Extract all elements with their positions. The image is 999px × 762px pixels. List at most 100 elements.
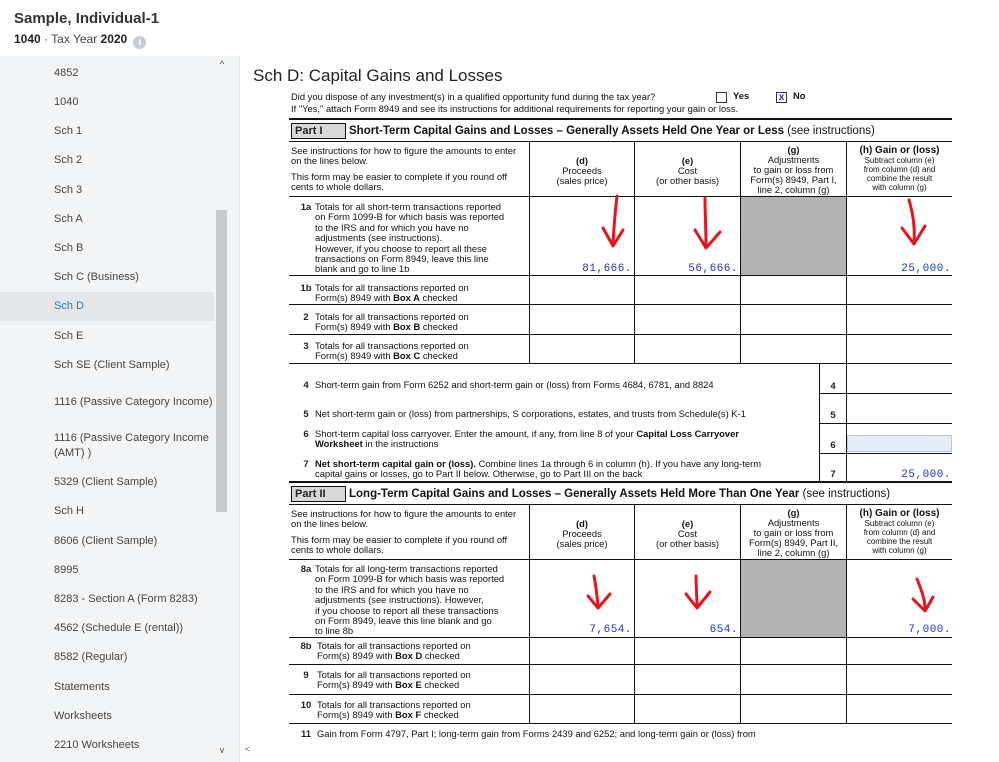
part1-col-d-header: (d) Proceeds (sales price) [556,155,608,186]
sidebar-list: 4852 1040 Sch 1 Sch 2 Sch 3 Sch A Sch B Sch C (… [0,59,228,760]
divider [289,334,952,335]
line-8a-gain[interactable]: 7,000. [847,624,951,636]
sidebar-scroll-thumb[interactable] [216,210,227,512]
part2-label: Part II [291,486,346,502]
sidebar-item[interactable]: Sch 1 [0,117,214,146]
sidebar-item[interactable]: Sch E [0,321,214,351]
line-1a-col-g-shaded [741,197,846,275]
line-1a-proceeds[interactable]: 81,666. [530,263,632,275]
line-11-number: 11 [300,729,312,740]
qof-note: If "Yes," attach Form 8949 and see its i… [291,103,739,114]
horizontal-scrollbar[interactable]: < [241,744,999,758]
divider [289,559,952,560]
part2-title: Long-Term Capital Gains and Losses – Gen… [349,488,891,500]
sidebar-item[interactable]: 1040 [0,88,214,117]
line-1a-gain[interactable]: 25,000. [847,263,951,275]
qof-yes-label: Yes [733,90,750,101]
sidebar-item[interactable]: 2210 Worksheets [0,731,214,760]
sidebar-item[interactable]: Sch H [0,497,214,526]
sidebar-item-label: 1116 (Passive Category Income) [54,395,213,408]
divider [819,453,952,454]
sidebar-item[interactable]: 8606 (Client Sample) [0,526,214,556]
line-8a-proceeds[interactable]: 7,654. [530,624,632,636]
info-icon[interactable]: i [133,36,147,49]
annotation-arrow-icon [693,196,722,250]
line-8a-description: Totals for all long-term transactions re… [315,563,505,637]
divider [289,637,952,638]
annotation-arrow-icon [911,577,935,613]
line-6-carryover-input[interactable] [847,435,952,452]
sidebar-item[interactable]: 8283 - Section A (Form 8283) [0,585,214,614]
qof-yes-checkbox[interactable] [716,92,727,103]
sidebar-item-label: Sch SE (Client Sample) [54,359,170,371]
line-3-description: Totals for all transactions reported on F… [315,340,469,362]
part1-col-e-header: (e) Cost (or other basis) [655,155,720,186]
sidebar-item[interactable]: Worksheets [0,702,214,731]
return-info: 1040 · Tax Year 2020 i [14,32,147,49]
sidebar-item[interactable]: Sch 2 [0,146,214,175]
sidebar-item[interactable]: Sch C (Business) [0,263,214,292]
scroll-left-icon[interactable]: < [245,744,250,754]
part1-instructions: See instructions for how to figure the a… [291,145,517,167]
qof-question: Did you dispose of any investment(s) in … [291,91,656,102]
sidebar-item[interactable]: 1116 (Passive Category Income (AMT) ) [0,424,214,468]
client-name: Sample, Individual-1 [14,10,160,27]
annotation-arrow-icon [900,198,927,246]
sidebar-item[interactable]: Sch SE (Client Sample) [0,351,214,380]
divider [289,504,952,505]
scroll-down-icon[interactable]: v [216,744,228,756]
line-7-net-short-term[interactable]: 25,000. [847,469,951,481]
sidebar-item[interactable]: Sch D [0,292,214,321]
sidebar-item-label: 8283 - Section A (Form 8283) [54,593,198,605]
line-1a-cost[interactable]: 56,666. [635,263,738,275]
sidebar-item[interactable]: Statements [0,672,214,702]
qof-no-checkbox[interactable]: x [776,92,787,103]
part1-label: Part I [291,123,346,139]
tax-year: 2020 [100,32,128,46]
tax-year-label: · Tax Year [40,32,101,46]
sidebar-item-label: Worksheets [54,710,112,722]
sidebar-item[interactable]: Sch 3 [0,175,214,205]
sidebar-item[interactable]: 8995 [0,556,214,585]
sidebar-item[interactable]: Sch B [0,234,214,263]
divider [289,723,952,724]
sidebar-item[interactable]: 8582 (Regular) [0,643,214,672]
sidebar-item-label: Sch A [54,213,83,225]
line-6-box-number: 6 [830,440,836,451]
part1-rounding-note: This form may be easier to complete if y… [291,171,508,193]
line-5-box-number: 5 [830,410,836,421]
sidebar-item-label: Sch 2 [54,154,83,166]
line-8b-number: 8b [300,641,312,652]
line-5-description: Net short-term gain or (loss) from partn… [315,408,746,419]
line-8a-cost[interactable]: 654. [635,624,738,636]
divider [289,118,952,120]
sidebar-item-label: 8995 [54,564,79,576]
sidebar-item[interactable]: Sch A [0,205,214,234]
line-10-description: Totals for all transactions reported on F… [317,699,471,721]
sidebar-item-label: 1040 [54,96,79,108]
divider [289,481,952,483]
line-11-description: Gain from Form 4797, Part I; long-term g… [317,728,756,739]
scroll-up-icon[interactable]: ^ [216,58,228,70]
line-8b-description: Totals for all transactions reported on F… [317,640,471,662]
return-form: 1040 [14,32,41,46]
part2-col-d-header: (d) Proceeds (sales price) [556,518,608,549]
forms-sidebar: 4852 1040 Sch 1 Sch 2 Sch 3 Sch A Sch B Sch C (… [0,56,240,762]
part1-title: Short-Term Capital Gains and Losses – Ge… [349,125,875,137]
line-4-description: Short-term gain from Form 6252 and short… [315,379,714,390]
sidebar-item-label: 5329 (Client Sample) [54,476,158,488]
line-4-box-number: 4 [830,381,836,392]
sidebar-item[interactable]: 4852 [0,59,214,88]
divider [289,664,952,665]
sidebar-item-label: Sch 1 [54,125,83,137]
sidebar-item-label: Sch D [54,300,84,312]
app-header: Sample, Individual-1 1040 · Tax Year 202… [0,0,999,56]
part2-col-e-header: (e) Cost (or other basis) [655,518,720,549]
divider [819,393,952,394]
line-10-number: 10 [300,700,312,711]
annotation-arrow-icon [601,194,625,248]
sidebar-item[interactable]: 1116 (Passive Category Income) [0,380,214,424]
sidebar-item[interactable]: 4562 (Schedule E (rental)) [0,614,214,643]
sidebar-item[interactable]: 5329 (Client Sample) [0,468,214,497]
divider [289,363,952,364]
